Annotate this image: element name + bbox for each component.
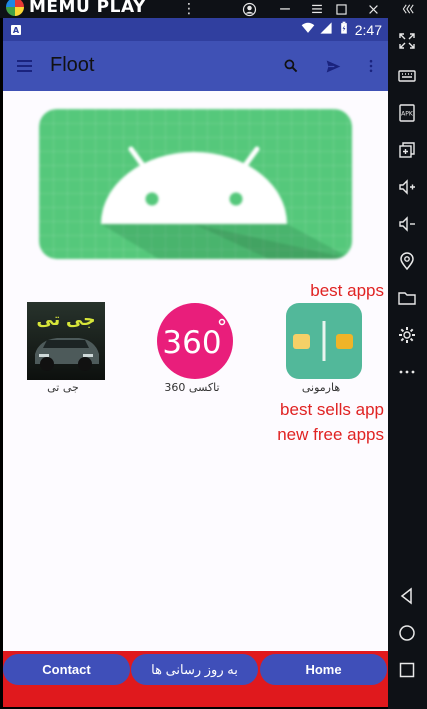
contact-button[interactable]: Contact bbox=[3, 654, 130, 685]
svg-text:APK: APK bbox=[401, 111, 414, 118]
more-options-icon[interactable] bbox=[396, 361, 418, 383]
android-banner-image bbox=[39, 109, 352, 259]
android-screen: A 2:47 Floot best apps هارمونی 360 تاکسی… bbox=[3, 18, 388, 707]
best-apps-label[interactable]: best apps bbox=[310, 281, 384, 301]
gta-icon-text: جی تی bbox=[37, 310, 96, 330]
minimize-icon[interactable] bbox=[274, 0, 296, 18]
status-bar: A 2:47 bbox=[3, 18, 388, 41]
app-name: تاکسی 360 bbox=[164, 381, 220, 394]
battery-icon bbox=[337, 21, 351, 38]
more-icon[interactable]: ⋮ bbox=[178, 0, 200, 18]
home-icon[interactable] bbox=[396, 622, 418, 644]
app-name: هارمونی bbox=[301, 381, 341, 394]
folder-icon[interactable] bbox=[396, 287, 418, 309]
gta-app-icon: جی تی bbox=[27, 302, 105, 380]
updates-button[interactable]: به روز رسانی ها bbox=[131, 654, 258, 685]
close-icon[interactable] bbox=[362, 0, 384, 18]
taxi-360-app-icon: 360 bbox=[156, 302, 234, 380]
menu-lines-icon[interactable] bbox=[306, 0, 328, 18]
maximize-icon[interactable] bbox=[330, 0, 352, 18]
best-sells-app-label[interactable]: best sells app bbox=[280, 400, 384, 420]
clock: 2:47 bbox=[354, 21, 382, 38]
recents-icon[interactable] bbox=[396, 659, 418, 681]
overflow-menu-icon[interactable] bbox=[359, 54, 383, 78]
app-name: جی تی bbox=[47, 381, 79, 394]
hamburger-menu-icon[interactable] bbox=[13, 54, 37, 78]
multi-window-icon[interactable] bbox=[396, 139, 418, 161]
location-icon[interactable] bbox=[396, 250, 418, 272]
taxi-360-icon-text: 360 bbox=[162, 325, 221, 361]
send-icon[interactable] bbox=[321, 54, 345, 78]
account-icon[interactable] bbox=[238, 0, 260, 18]
emulator-logo: MEMU PLAY bbox=[6, 0, 146, 17]
emulator-title-bar: MEMU PLAY ⋮ bbox=[0, 0, 427, 18]
emulator-brand: MEMU PLAY bbox=[29, 0, 146, 17]
search-icon[interactable] bbox=[279, 54, 303, 78]
wifi-icon bbox=[301, 21, 315, 38]
app-tile-harmony[interactable]: هارمونی bbox=[275, 302, 367, 402]
install-apk-icon[interactable]: APK bbox=[396, 102, 418, 124]
app-title: Floot bbox=[50, 54, 95, 76]
notification-icon: A bbox=[11, 25, 21, 35]
new-free-apps-label[interactable]: new free apps bbox=[277, 425, 384, 445]
memu-logo-icon bbox=[6, 0, 24, 16]
home-button[interactable]: Home bbox=[260, 654, 387, 685]
app-tile-gta[interactable]: جی تی جی تی bbox=[17, 302, 109, 402]
collapse-sidebar-icon[interactable] bbox=[398, 0, 420, 18]
fullscreen-icon[interactable] bbox=[396, 30, 418, 52]
bottom-navigation: Contact به روز رسانی ها Home bbox=[3, 651, 388, 707]
app-bar: Floot bbox=[3, 41, 388, 91]
back-icon[interactable] bbox=[396, 585, 418, 607]
emulator-sidebar: APK bbox=[388, 18, 427, 709]
settings-icon[interactable] bbox=[396, 324, 418, 346]
cell-signal-icon bbox=[319, 21, 333, 38]
harmony-app-icon bbox=[285, 302, 363, 380]
volume-down-icon[interactable] bbox=[396, 213, 418, 235]
app-tile-taxi-360[interactable]: 360 تاکسی 360 bbox=[146, 302, 238, 402]
volume-up-icon[interactable] bbox=[396, 176, 418, 198]
keyboard-icon[interactable] bbox=[396, 65, 418, 87]
